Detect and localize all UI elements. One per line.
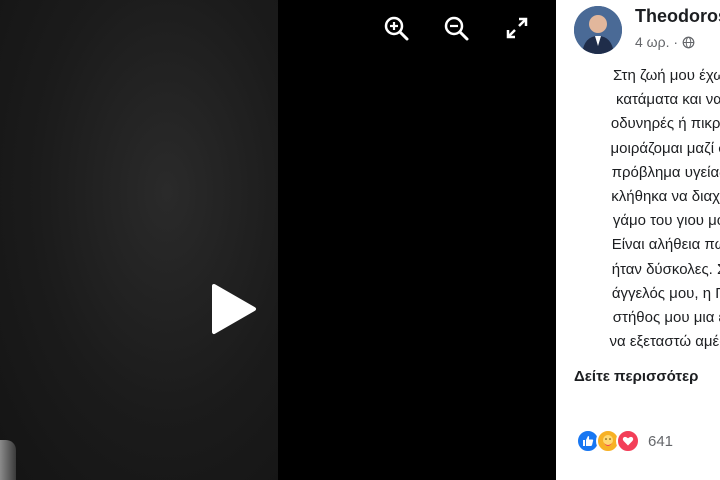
zoom-in-icon [384,16,409,41]
post-text-line: ήταν δύσκολες. Σ [611,260,720,278]
post-time-text[interactable]: 4 ωρ. · [635,34,678,50]
play-icon [212,284,256,334]
post-text-line: οδυνηρές ή πικρέ [610,115,720,133]
post-text-line: γάμο του γιου μο [612,212,720,230]
fullscreen-button[interactable] [503,14,531,42]
post-text-line: Είναι αλήθεια πω [611,236,720,254]
love-icon [616,429,640,453]
author-avatar[interactable] [574,6,622,54]
post-text-line: κατάματα και να [616,91,720,109]
play-button[interactable] [206,283,258,335]
post-text-line: στήθος μου μια έ [612,309,720,327]
photo-viewer [0,0,556,480]
fullscreen-icon [506,17,528,39]
zoom-out-icon [444,16,469,41]
zoom-in-button[interactable] [382,14,410,42]
post-panel: Theodoros 4 ωρ. · Στη ζωή μου έχω κατάμα… [556,0,720,480]
post-text-line: Στη ζωή μου έχω [612,67,720,84]
post-text-line: κλήθηκα να διαχε [611,188,720,206]
post-text-line: μοιράζομαι μαζί σ [610,139,720,157]
person-figure [0,440,16,480]
reactions-summary[interactable]: 641 [576,429,673,453]
post-timestamp: 4 ωρ. · [635,34,695,50]
post-text-line: άγγελός μου, η Γι [611,284,720,302]
post-body: Στη ζωή μου έχω κατάματα και να οδυνηρές… [574,64,720,354]
globe-icon [682,36,695,48]
see-more-link[interactable]: Δείτε περισσότερ [574,368,698,385]
post-text-line: να εξεταστώ αμέσ [609,333,720,351]
zoom-out-button[interactable] [442,14,470,42]
author-name[interactable]: Theodoros [635,6,720,27]
video-frame[interactable] [0,0,278,480]
post-text-line: πρόβλημα υγείας [611,163,720,181]
avatar-icon [574,6,622,54]
reaction-count[interactable]: 641 [648,433,673,450]
